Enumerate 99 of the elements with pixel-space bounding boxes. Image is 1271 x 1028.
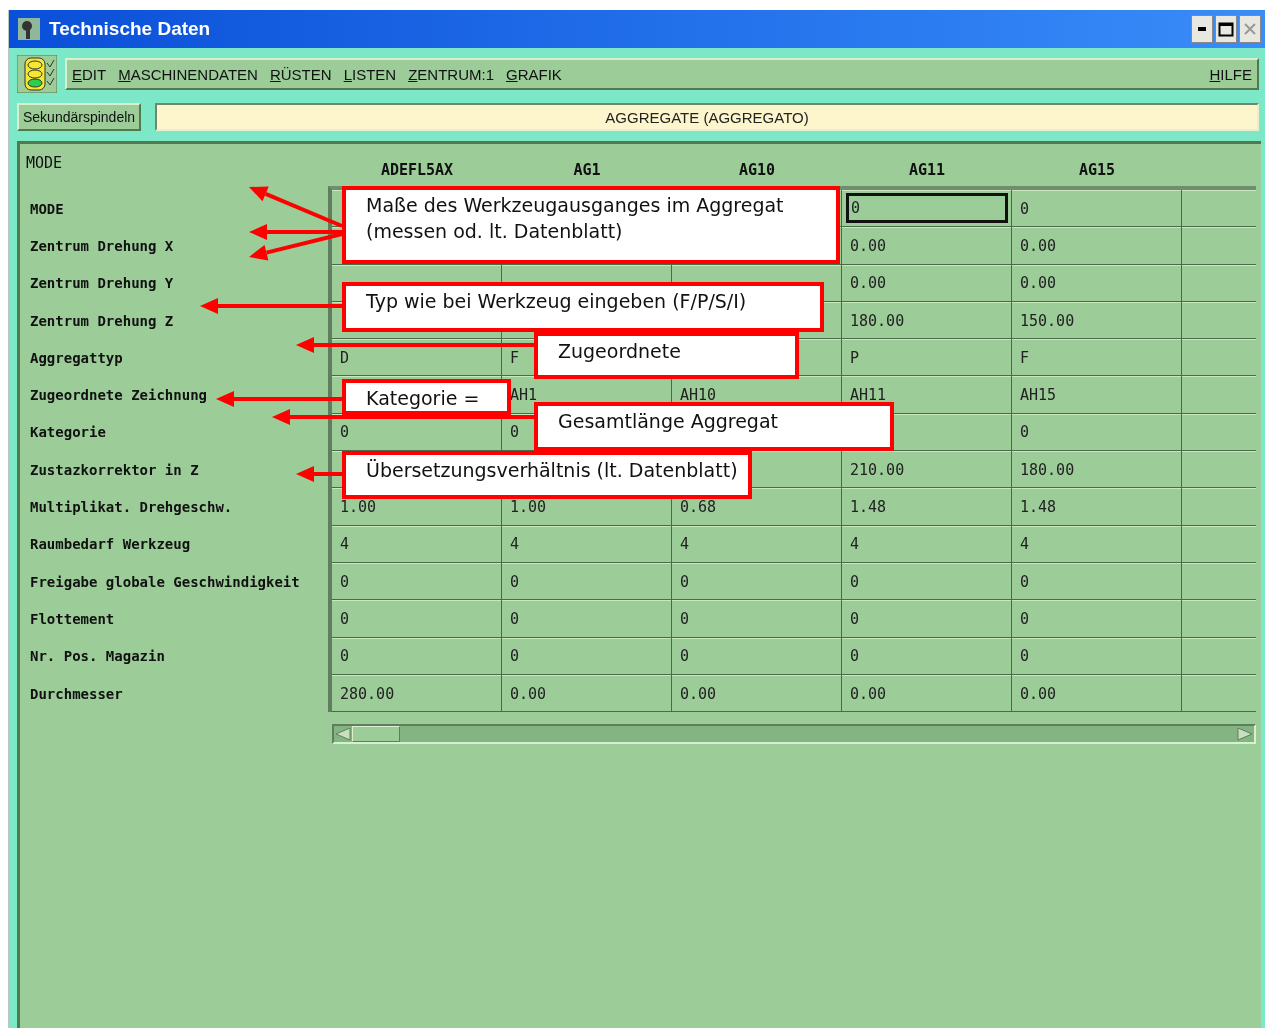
table-cell[interactable]: D [340,348,350,367]
table-cell[interactable]: 4 [850,535,860,554]
secondary-spindles-button[interactable]: Sekundärspindeln [17,103,142,131]
window-title: Technische Daten [49,18,211,40]
mode-label: MODE [25,153,63,172]
column-header: ADEFL5AX [380,161,454,179]
menu-item[interactable]: EDIT [71,65,108,83]
row-label: MODE [30,200,64,217]
traffic-light-icon[interactable] [17,55,57,93]
table-cell[interactable]: 4 [340,535,350,554]
table-cell[interactable]: 0.00 [680,684,717,703]
table-cell[interactable]: 0 [850,572,860,591]
callout: Übersetzungsverhältnis (lt. Datenblatt) [342,451,752,499]
table-cell[interactable]: 0 [680,609,690,628]
table-cell[interactable]: 0 [1020,609,1030,628]
table-cell[interactable]: 0 [850,609,860,628]
help-menu[interactable]: HILFE [1208,65,1253,83]
callout: Zugeordnete [534,332,799,379]
table-cell[interactable]: 1.00 [510,498,547,516]
row-label: Zustazkorrektor in Z [30,461,199,478]
table-cell[interactable]: 150.00 [1020,311,1075,330]
row-label: Flottement [30,610,115,627]
callout: Typ wie bei Werkzeug eingeben (F/P/S/I) [342,282,824,332]
column-header: AG15 [1078,161,1116,179]
table-cell[interactable]: AH11 [850,386,887,405]
table-cell[interactable]: 0 [1020,423,1030,442]
table-cell[interactable]: 0 [510,572,520,591]
table-cell[interactable]: 0 [1020,572,1030,591]
menu-item[interactable]: LISTEN [342,65,398,83]
table-cell[interactable]: 280.00 [340,684,395,703]
table-cell[interactable]: 0.00 [850,684,887,703]
table-cell[interactable]: 0 [340,647,350,666]
row-label: Kategorie [30,424,106,441]
app-icon [17,17,41,41]
row-label: Nr. Pos. Magazin [30,648,165,665]
table-cell[interactable]: 0.68 [680,498,717,516]
table-cell[interactable]: 0.00 [850,274,887,293]
callout: Gesamtlänge Aggregat [534,402,894,451]
row-label: Zentrum Drehung Y [30,275,174,292]
row-label: Raumbedarf Werkzeug [30,536,191,553]
callout: Kategorie = [342,379,511,415]
arrow [296,466,342,482]
maximize-icon [1218,21,1234,37]
row-label: Durchmesser [30,685,123,702]
table-cell[interactable]: F [1020,348,1030,367]
table-cell[interactable]: 0 [680,572,690,591]
table-cell[interactable]: 0.00 [510,684,547,703]
table-cell[interactable]: 1.48 [850,498,887,516]
table-cell[interactable]: 0.00 [1020,274,1057,293]
menu-item[interactable]: MASCHINENDATEN [117,65,259,83]
column-header: AG10 [738,161,776,179]
table-cell[interactable]: 0 [680,647,690,666]
horizontal-scrollbar[interactable] [332,724,1256,745]
maximize-button[interactable] [1215,15,1237,43]
scroll-left-icon[interactable] [334,726,352,743]
row-label: Freigabe globale Geschwindigkeit [30,573,300,590]
scrollbar-thumb[interactable] [352,726,400,743]
column-header: AG1 [573,161,601,179]
section-title: AGGREGATE (AGGREGATO) [155,103,1259,131]
column-header: AG11 [908,161,946,179]
table-cell[interactable]: 1.00 [340,498,377,516]
menu-item[interactable]: ZENTRUM:1 [407,65,495,83]
table-cell[interactable]: 180.00 [850,311,905,330]
table-cell[interactable]: 4 [1020,535,1030,554]
table-cell[interactable]: 0 [510,647,520,666]
menu-item[interactable]: RÜSTEN [268,65,333,83]
table-cell[interactable]: 180.00 [1020,460,1075,479]
row-label: Zentrum Drehung X [30,237,174,254]
scroll-right-icon[interactable] [1236,726,1254,743]
table-cell[interactable]: 0 [1020,199,1030,218]
table-cell[interactable]: 0 [846,193,1008,224]
table-cell[interactable]: AH1 [510,386,538,405]
table-cell[interactable]: 0 [1020,647,1030,666]
table-cell[interactable]: 0 [340,423,350,442]
table-cell[interactable]: 0 [850,647,860,666]
table-cell[interactable]: AH15 [1020,386,1057,405]
table-cell[interactable]: 0 [340,572,350,591]
table-cell[interactable]: 0.00 [850,236,887,255]
callout: Maße des Werkzeugausganges im Aggregat (messen od. lt. Datenblatt) [342,186,840,264]
table-cell[interactable]: 4 [510,535,520,554]
table-cell[interactable]: 0 [510,609,520,628]
minimize-button[interactable] [1191,15,1213,43]
table-cell[interactable]: 210.00 [850,460,905,479]
row-label: Zugeordnete Zeichnung [30,387,207,404]
row-label: Zentrum Drehung Z [30,312,174,329]
table-cell[interactable]: 0 [340,609,350,628]
menu-item[interactable]: GRAFIK [505,65,563,83]
close-icon [1243,22,1257,36]
table-cell[interactable]: 0.00 [1020,236,1057,255]
table-cell[interactable]: F [510,348,520,367]
table-cell[interactable]: 0 [510,423,520,442]
table-cell[interactable]: 4 [680,535,690,554]
table-cell[interactable]: P [850,348,860,367]
row-label: Aggregattyp [30,349,123,366]
table-cell[interactable]: AH10 [680,386,717,405]
minimize-icon [1198,27,1206,31]
table-cell[interactable]: 0.00 [1020,684,1057,703]
table-cell[interactable]: 1.48 [1020,498,1057,516]
row-label: Multiplikat. Drehgeschw. [30,499,233,515]
